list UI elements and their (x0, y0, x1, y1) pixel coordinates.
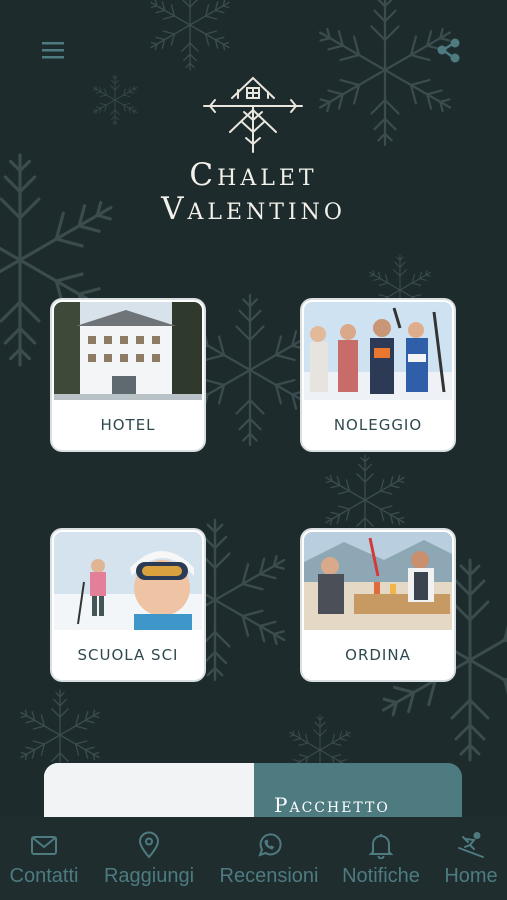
card-label: NOLEGGIO (333, 416, 423, 434)
card-label: HOTEL (100, 416, 156, 434)
skier-icon (457, 831, 485, 859)
card-label: ORDINA (345, 646, 411, 664)
bottom-tab-bar: Contatti Raggiungi Recensioni Notifiche (0, 817, 507, 900)
tab-contatti[interactable]: Contatti (0, 817, 88, 900)
mail-icon (30, 831, 58, 859)
tab-label: Notifiche (342, 865, 420, 887)
package-title: Pacchetto (274, 793, 390, 817)
tab-home[interactable]: Home (438, 817, 504, 900)
hamburger-menu-icon[interactable] (40, 38, 68, 64)
chalet-snowflake-logo (200, 70, 306, 154)
brand-title: Chalet Valentino (0, 158, 507, 226)
tab-label: Home (444, 865, 498, 887)
hotel-building-photo (54, 302, 202, 400)
ordina-card[interactable]: ORDINA (302, 530, 454, 680)
bell-icon (367, 831, 395, 860)
brand-title-line2: Valentino (161, 191, 346, 227)
terrace-table-photo (304, 532, 452, 630)
scuola-sci-card[interactable]: SCUOLA SCI (52, 530, 204, 680)
tab-label: Raggiungi (103, 865, 195, 887)
share-icon[interactable] (435, 36, 463, 66)
noleggio-card[interactable]: NOLEGGIO (302, 300, 454, 450)
whatsapp-icon (255, 831, 283, 859)
location-pin-icon (135, 831, 163, 859)
hotel-card[interactable]: HOTEL (52, 300, 204, 450)
tab-notifiche[interactable]: Notifiche (336, 817, 426, 900)
card-label: SCUOLA SCI (77, 646, 179, 664)
brand-title-line1: Chalet (189, 157, 318, 193)
tab-label: Contatti (9, 865, 79, 887)
tab-label: Recensioni (219, 865, 319, 887)
skiers-group-photo (304, 302, 452, 400)
tab-recensioni[interactable]: Recensioni (213, 817, 325, 900)
ski-school-children-photo (54, 532, 202, 630)
tab-raggiungi[interactable]: Raggiungi (96, 817, 202, 900)
